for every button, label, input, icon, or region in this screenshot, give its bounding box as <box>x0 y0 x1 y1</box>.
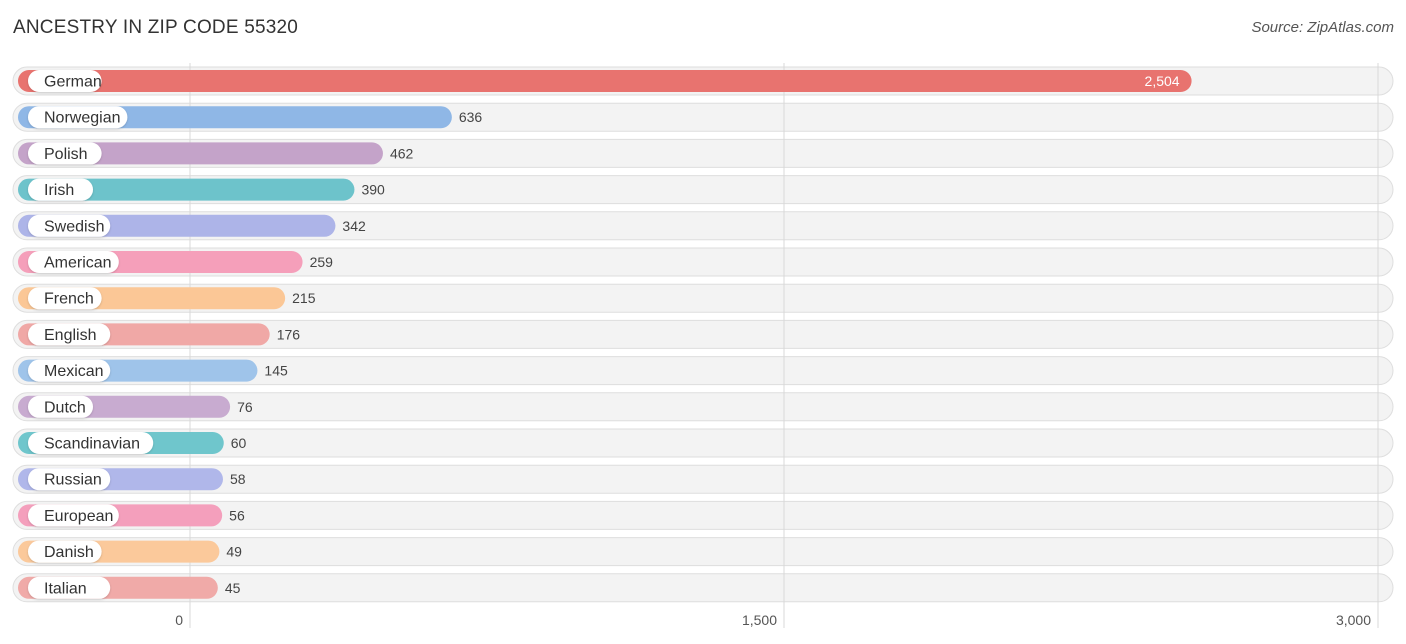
value-label: 636 <box>459 109 483 125</box>
bar-chart: German 2,504 Norwegian 636 Polish 462 Irish 390… <box>12 63 1394 628</box>
value-label: 49 <box>226 544 242 560</box>
value-label: 45 <box>225 580 241 596</box>
value-label: 2,504 <box>1145 73 1180 89</box>
category-label: Polish <box>44 146 88 163</box>
category-label: English <box>44 327 96 344</box>
category-label: Scandinavian <box>44 436 140 453</box>
category-label: Russian <box>44 472 102 489</box>
value-label: 390 <box>361 182 385 198</box>
category-label: Norwegian <box>44 110 120 127</box>
category-label: Danish <box>44 544 94 561</box>
bar <box>18 70 1192 92</box>
category-label: American <box>44 255 112 272</box>
category-label: Dutch <box>44 399 86 416</box>
value-label: 58 <box>230 471 246 487</box>
value-label: 56 <box>229 507 245 523</box>
value-label: 259 <box>310 254 334 270</box>
category-label: French <box>44 291 94 308</box>
category-label: European <box>44 508 113 525</box>
value-label: 215 <box>292 290 316 306</box>
x-tick-label: 0 <box>175 612 183 628</box>
category-label: Italian <box>44 580 87 597</box>
x-tick-label: 1,500 <box>742 612 777 628</box>
bar-track <box>12 537 1394 567</box>
x-tick-label: 3,000 <box>1336 612 1371 628</box>
bar-track <box>12 573 1394 603</box>
value-label: 60 <box>231 435 247 451</box>
value-label: 145 <box>264 363 288 379</box>
value-label: 462 <box>390 145 414 161</box>
category-label: Mexican <box>44 363 104 380</box>
value-label: 76 <box>237 399 253 415</box>
value-label: 176 <box>277 326 301 342</box>
category-label: Irish <box>44 182 74 199</box>
category-label: German <box>44 74 102 91</box>
category-label: Swedish <box>44 218 104 235</box>
value-label: 342 <box>342 218 366 234</box>
